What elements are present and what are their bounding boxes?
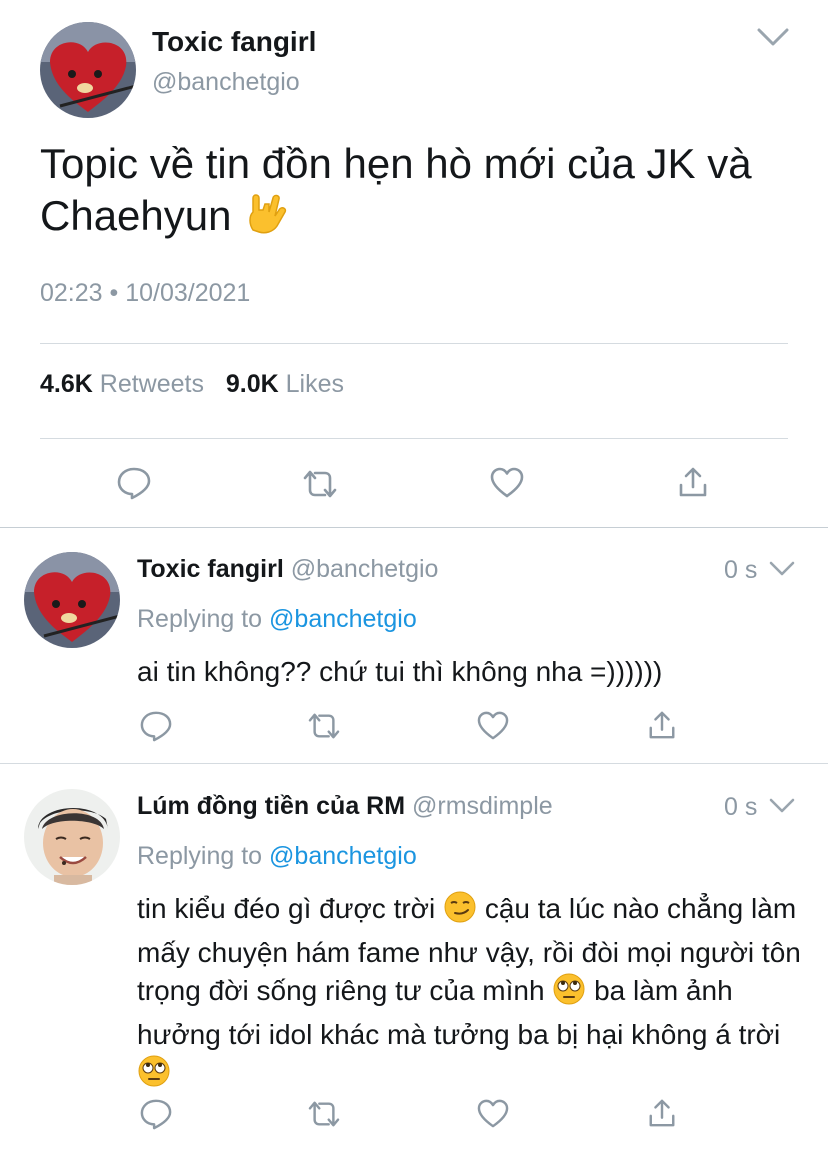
chevron-down-icon[interactable] [768,560,796,578]
reply-icon[interactable] [139,710,173,742]
divider [40,438,788,439]
retweet-icon[interactable] [306,711,342,741]
retweets-label[interactable]: Retweets [100,370,204,398]
like-icon[interactable] [489,467,525,499]
tweet-stats: 4.6K Retweets 9.0K Likes [40,370,344,399]
tweet-text: Topic về tin đồn hẹn hò mới của JK và Ch… [40,138,780,248]
replying-to: Replying to @banchetgio [137,842,417,871]
divider [40,343,788,344]
divider [0,527,828,528]
divider [0,763,828,764]
replying-label: Replying to [137,605,263,633]
replying-handle-link[interactable]: @banchetgio [269,842,417,870]
reply-header: Lúm đồng tiền của RM @rmsdimple [137,792,553,821]
love-you-gesture-icon [243,190,289,248]
chevron-down-icon[interactable] [756,26,790,48]
display-name[interactable]: Toxic fangirl [152,26,316,58]
smirking-face-icon [443,890,477,934]
reply-header: Toxic fangirl @banchetgio [137,555,438,584]
reply-text: tin kiểu đéo gì được trời cậu ta lúc nào… [137,890,807,1098]
reply-text-part: tin kiểu đéo gì được trời [137,893,436,924]
share-icon[interactable] [647,1097,677,1129]
avatar[interactable] [40,22,136,118]
avatar[interactable] [24,789,120,885]
replying-label: Replying to [137,842,263,870]
replying-to: Replying to @banchetgio [137,605,417,634]
tweet-text-content: Topic về tin đồn hẹn hò mới của JK và Ch… [40,140,752,239]
eye-roll-face-icon [137,1054,171,1098]
retweet-icon[interactable] [301,468,339,500]
retweet-icon[interactable] [306,1099,342,1129]
eye-roll-face-icon [552,972,586,1016]
display-name[interactable]: Lúm đồng tiền của RM [137,792,405,820]
tweet-timestamp[interactable]: 02:23 • 10/03/2021 [40,279,250,308]
avatar[interactable] [24,552,120,648]
reply-time: 0 s [724,793,758,821]
replying-handle-link[interactable]: @banchetgio [269,605,417,633]
like-icon[interactable] [476,711,510,741]
reply-icon[interactable] [116,466,152,500]
share-icon[interactable] [647,709,677,741]
share-icon[interactable] [677,465,709,499]
reply-icon[interactable] [139,1098,173,1130]
likes-label[interactable]: Likes [286,370,344,398]
handle[interactable]: @banchetgio [291,555,439,583]
likes-count[interactable]: 9.0K [226,370,279,398]
retweets-count[interactable]: 4.6K [40,370,93,398]
display-name[interactable]: Toxic fangirl [137,555,284,583]
like-icon[interactable] [476,1099,510,1129]
reply-time: 0 s [724,556,758,584]
handle[interactable]: @rmsdimple [412,792,553,820]
chevron-down-icon[interactable] [768,797,796,815]
handle[interactable]: @banchetgio [152,68,300,97]
reply-text: ai tin không?? chứ tui thì không nha =))… [137,656,663,687]
